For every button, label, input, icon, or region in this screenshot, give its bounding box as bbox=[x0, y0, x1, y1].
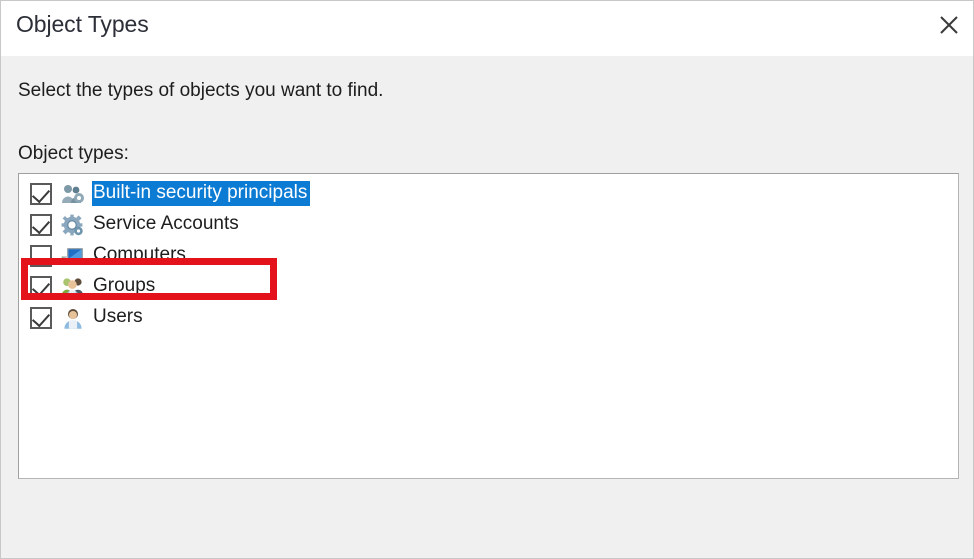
user-person-icon bbox=[60, 306, 86, 330]
object-type-checkbox[interactable] bbox=[30, 213, 52, 236]
instruction-text: Select the types of objects you want to … bbox=[18, 80, 384, 101]
object-type-row[interactable]: Service Accounts bbox=[19, 209, 958, 240]
service-accounts-gear-icon bbox=[60, 213, 86, 237]
dialog-titlebar: Object Types bbox=[1, 1, 973, 56]
close-icon[interactable] bbox=[923, 1, 973, 49]
computer-monitor-icon bbox=[60, 244, 86, 268]
object-type-row[interactable]: Groups bbox=[19, 271, 958, 302]
object-type-label: Users bbox=[93, 306, 143, 327]
object-type-row[interactable]: Computers bbox=[19, 240, 958, 271]
dialog-body: Select the types of objects you want to … bbox=[1, 56, 973, 558]
object-types-dialog: Object Types Select the types of objects… bbox=[0, 0, 974, 559]
groups-people-icon bbox=[60, 275, 86, 299]
object-type-checkbox[interactable] bbox=[30, 182, 52, 205]
object-type-checkbox[interactable] bbox=[30, 244, 52, 267]
object-type-row[interactable]: Built-in security principals bbox=[19, 178, 958, 209]
object-type-checkbox[interactable] bbox=[30, 275, 52, 298]
object-type-row[interactable]: Users bbox=[19, 302, 958, 333]
object-type-label: Built-in security principals bbox=[92, 181, 311, 206]
object-types-list: Built-in security principals Service Acco… bbox=[19, 174, 958, 478]
builtin-security-principals-icon bbox=[60, 182, 86, 206]
object-type-label: Computers bbox=[93, 244, 186, 265]
dialog-title: Object Types bbox=[16, 11, 149, 37]
object-type-label: Groups bbox=[93, 275, 156, 296]
object-types-label: Object types: bbox=[18, 143, 129, 164]
object-type-checkbox[interactable] bbox=[30, 306, 52, 329]
object-type-label: Service Accounts bbox=[93, 213, 239, 234]
object-types-listbox[interactable]: Built-in security principals Service Acco… bbox=[18, 173, 959, 479]
